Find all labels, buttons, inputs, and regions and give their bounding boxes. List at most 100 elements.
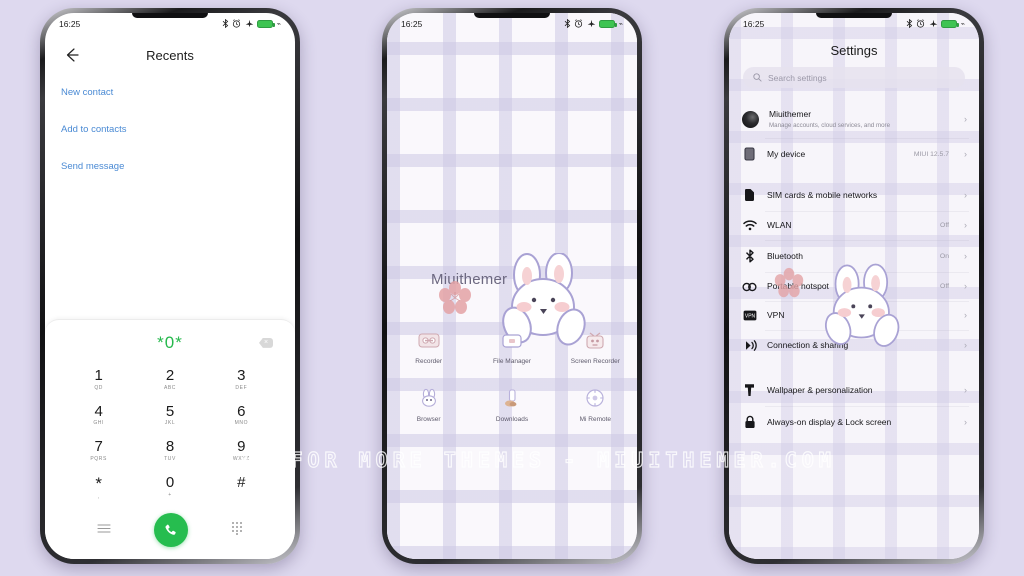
status-icons: ⌁ <box>222 18 281 30</box>
key-digit: 3 <box>237 366 246 384</box>
backspace-icon[interactable]: × <box>259 337 273 348</box>
dialpad-key-7[interactable]: 7 PQRS <box>63 433 134 467</box>
dialpad: 1 QD 2 ABC 3 DEF 4 GHI 5 JKL 6 MNO 7 PQR… <box>45 358 295 505</box>
vpn-icon: VPN <box>742 310 757 321</box>
chevron-right-icon: › <box>964 250 967 261</box>
row-label: Bluetooth <box>767 250 803 261</box>
dialpad-key-0[interactable]: 0 + <box>134 469 205 505</box>
recents-header: Recents <box>45 35 295 69</box>
settings-row-sim-cards[interactable]: SIM cards & mobile networks › <box>729 179 979 211</box>
settings-row-connection-sharing[interactable]: Connection & sharing › <box>729 330 979 361</box>
call-button[interactable] <box>153 513 188 547</box>
dialpad-key-6[interactable]: 6 MNO <box>206 398 277 432</box>
app-icon-recorder[interactable]: Recorder <box>387 327 470 367</box>
wallpaper-icon <box>742 383 757 397</box>
key-digit: 5 <box>165 402 175 420</box>
dialer-panel: *0* × 1 QD 2 ABC 3 DEF 4 GHI 5 JKL 6 MNO… <box>45 318 295 559</box>
chevron-right-icon: › <box>964 416 967 427</box>
phone-device-home: 16:25 ⌁ Miuithemer Recorder File Manager… <box>382 8 642 564</box>
battery-icon <box>941 20 959 28</box>
row-label: Miuithemer <box>769 109 812 119</box>
settings-row-portable-hotspot[interactable]: Portable hotspot Off › <box>729 272 979 301</box>
notch <box>474 13 550 18</box>
status-time: 16:25 <box>401 19 423 29</box>
battery-icon <box>599 20 617 28</box>
row-texts: Miuithemer Manage accounts, cloud servic… <box>769 109 954 129</box>
dialpad-key-9[interactable]: 9 WXYZ <box>206 433 277 467</box>
tv-screen-recorder-icon <box>582 327 608 353</box>
settings-row-vpn[interactable]: VPN VPN › <box>729 301 979 330</box>
key-digit: 1 <box>94 366 103 384</box>
dialer-bottom-bar <box>45 505 295 559</box>
app-icon-file-manager[interactable]: File Manager <box>470 327 553 367</box>
settings-row-my-device[interactable]: My device MIUI 12.5.7 › <box>729 138 979 170</box>
key-sub: GHI <box>93 420 105 427</box>
dialpad-key-1[interactable]: 1 QD <box>63 362 134 396</box>
airplane-mode-icon <box>929 19 938 30</box>
app-icon-mi-remote[interactable]: Mi Remote <box>554 385 637 425</box>
status-icons: ⌁ <box>906 18 965 30</box>
folder-file-manager-icon <box>499 327 525 353</box>
download-arrow-icon <box>499 385 525 411</box>
dialpad-key-star[interactable]: * , <box>63 469 134 505</box>
svg-text:VPN: VPN <box>744 314 755 320</box>
app-icon-browser[interactable]: Browser <box>387 385 470 425</box>
device-icon <box>742 147 757 161</box>
dialpad-key-2[interactable]: 2 ABC <box>134 362 205 396</box>
settings-row-always-on-display[interactable]: Always-on display & Lock screen › <box>729 406 979 438</box>
search-icon <box>753 69 762 87</box>
airplane-mode-icon <box>587 19 596 30</box>
dialpad-key-8[interactable]: 8 TUV <box>134 433 205 467</box>
chevron-right-icon: › <box>964 384 967 395</box>
row-texts: My device <box>767 149 904 160</box>
key-sub: TUV <box>164 456 176 463</box>
settings-group-personalization: Wallpaper & personalization › Always-on … <box>729 374 979 438</box>
app-label: File Manager <box>493 358 531 365</box>
keypad-icon[interactable] <box>231 521 243 540</box>
key-sub: WXYZ <box>232 456 250 463</box>
menu-icon[interactable] <box>97 521 111 539</box>
key-digit: # <box>237 474 246 492</box>
status-time: 16:25 <box>743 19 765 29</box>
key-sub: PQRS <box>90 456 107 463</box>
dialpad-key-3[interactable]: 3 DEF <box>206 362 277 396</box>
key-digit: 8 <box>165 438 175 456</box>
settings-row-wlan[interactable]: WLAN Off › <box>729 211 979 240</box>
settings-row-wallpaper[interactable]: Wallpaper & personalization › <box>729 374 979 406</box>
app-grid: Recorder File Manager Screen Recorder Br… <box>387 327 637 425</box>
settings-row-miuithemer[interactable]: Miuithemer Manage accounts, cloud servic… <box>729 100 979 138</box>
send-message-link[interactable]: Send message <box>61 161 279 172</box>
chevron-right-icon: › <box>964 113 967 124</box>
row-texts: SIM cards & mobile networks <box>767 190 954 201</box>
dialpad-key-5[interactable]: 5 JKL <box>134 398 205 432</box>
battery-icon <box>257 20 275 28</box>
phone-device-dialer: 16:25 ⌁ Recents New contact Add to conta… <box>40 8 300 564</box>
row-value: On <box>939 252 949 260</box>
row-label: Wallpaper & personalization <box>767 384 873 395</box>
dialpad-key-4[interactable]: 4 GHI <box>63 398 134 432</box>
lock-icon <box>742 415 757 429</box>
row-label: My device <box>767 148 806 159</box>
app-icon-screen-recorder[interactable]: Screen Recorder <box>554 327 637 367</box>
search-settings-input[interactable]: Search settings <box>743 67 965 88</box>
account-avatar-icon <box>742 110 759 128</box>
page-title: Settings <box>830 43 878 58</box>
new-contact-link[interactable]: New contact <box>61 87 279 98</box>
row-value: Off <box>940 283 949 291</box>
airplane-mode-icon <box>245 19 254 30</box>
key-digit: 0 <box>165 474 175 492</box>
settings-row-bluetooth[interactable]: Bluetooth On › <box>729 240 979 272</box>
key-digit: 9 <box>237 438 246 456</box>
signal-icon: ⌁ <box>618 20 623 28</box>
add-to-contacts-link[interactable]: Add to contacts <box>61 124 279 135</box>
bluetooth-icon <box>564 18 571 30</box>
sim-card-icon <box>742 188 757 202</box>
chevron-right-icon: › <box>964 340 967 351</box>
row-texts: Bluetooth <box>767 251 930 262</box>
chevron-right-icon: › <box>964 148 967 159</box>
dialpad-key-hash[interactable]: # <box>206 469 277 505</box>
settings-group-account: Miuithemer Manage accounts, cloud servic… <box>729 100 979 170</box>
app-icon-downloads[interactable]: Downloads <box>470 385 553 425</box>
hotspot-icon <box>742 282 757 292</box>
app-label: Recorder <box>415 358 443 365</box>
